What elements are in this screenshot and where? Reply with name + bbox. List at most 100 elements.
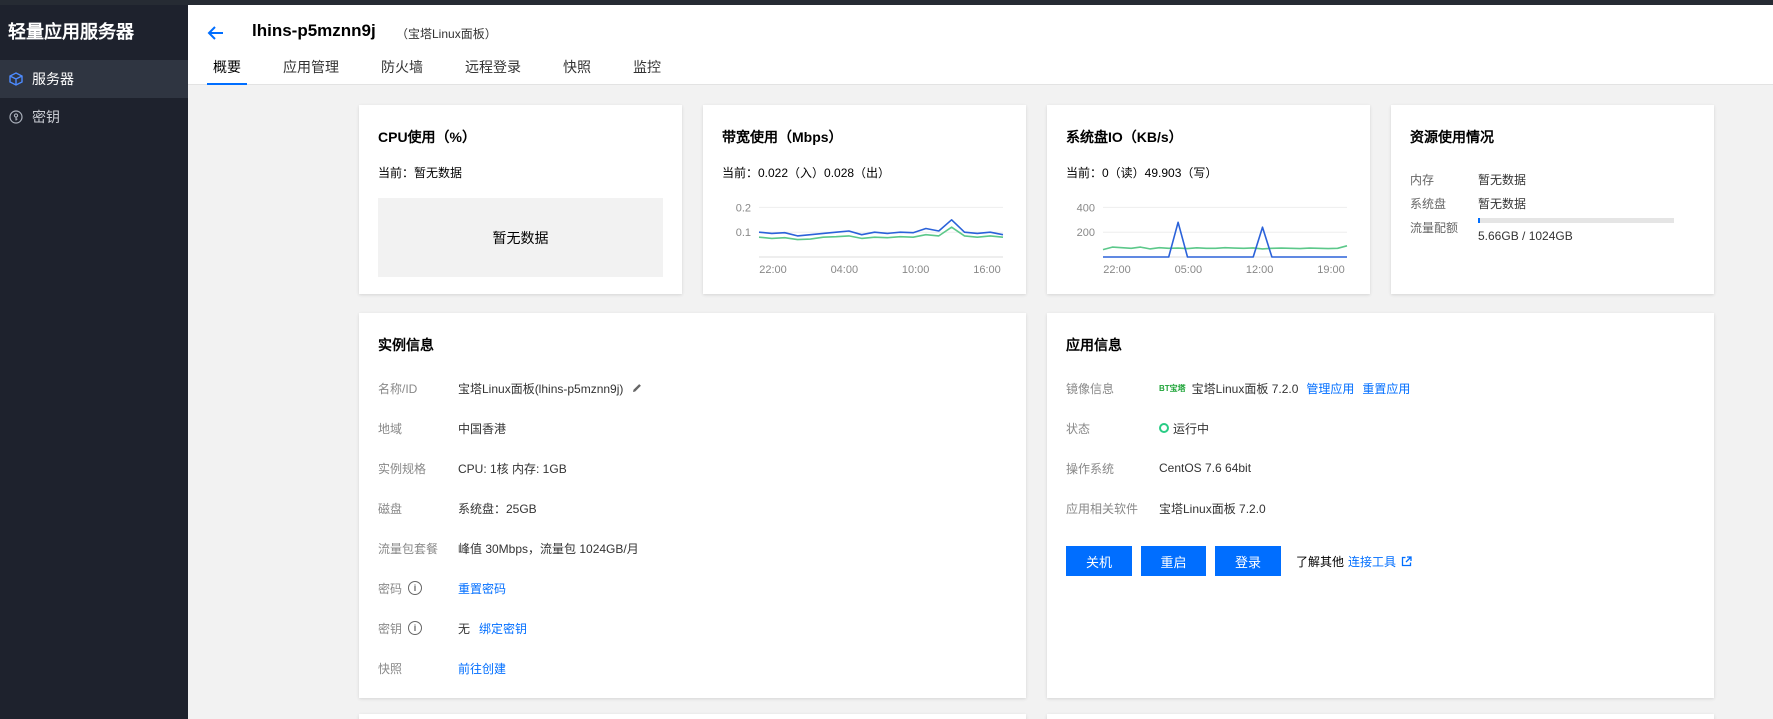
bandwidth-chart: 0.2 0.1 22:00 04:00 10:00 16:00 xyxy=(736,202,1004,275)
bandwidth-y-tick-label: 0.1 xyxy=(736,227,751,239)
instance-name-label: 名称/ID xyxy=(378,381,418,396)
instance-name-value: 宝塔Linux面板(lhins-p5mznn9j) xyxy=(458,380,643,397)
disk-io-chart: 400 200 22:00 05:00 12:00 19:00 xyxy=(1077,202,1348,275)
image-value: BT宝塔 宝塔Linux面板 7.2.0 管理应用 重置应用 xyxy=(1159,380,1410,397)
disk-io-current: 当前：0（读）49.903（写） xyxy=(1066,166,1218,180)
memory-value: 暂无数据 xyxy=(1478,173,1527,187)
restart-button[interactable]: 重启 xyxy=(1141,546,1206,576)
shutdown-button[interactable]: 关机 xyxy=(1066,546,1132,576)
image-label: 镜像信息 xyxy=(1066,381,1115,396)
bottom-card-left-edge xyxy=(359,714,1026,719)
bandwidth-series-line xyxy=(758,218,1004,237)
spec-label: 实例规格 xyxy=(378,461,427,476)
image-row: 镜像信息 BT宝塔 宝塔Linux面板 7.2.0 管理应用 重置应用 xyxy=(1066,380,1410,396)
resources-title: 资源使用情况 xyxy=(1410,129,1494,145)
learn-text: 了解其他 xyxy=(1296,555,1345,569)
bandwidth-x-tick-label: 22:00 xyxy=(759,264,787,275)
bandwidth-current: 当前：0.022（入）0.028（出） xyxy=(722,166,891,180)
disk-io-title: 系统盘IO（KB/s） xyxy=(1066,129,1183,145)
system-disk-row: 系统盘 暂无数据 xyxy=(1410,195,1526,212)
reset-password-link[interactable]: 重置密码 xyxy=(458,580,506,597)
tab-monitoring[interactable]: 监控 xyxy=(627,57,667,85)
key-row: 密钥 i 无 绑定密钥 xyxy=(378,620,527,636)
disk-io-x-tick-label: 05:00 xyxy=(1175,264,1203,275)
password-label-text: 密码 xyxy=(378,581,403,596)
traffic-quota-row: 流量配额 xyxy=(1410,219,1458,236)
status-value: 运行中 xyxy=(1159,420,1209,437)
image-name: 宝塔Linux面板 7.2.0 xyxy=(1191,381,1299,396)
system-disk-value: 暂无数据 xyxy=(1478,197,1527,211)
sidebar-item-label: 密钥 xyxy=(32,109,60,125)
sidebar-item-keys[interactable]: 密钥 xyxy=(0,98,188,136)
tab-remote-login[interactable]: 远程登录 xyxy=(459,57,527,85)
tab-snapshot[interactable]: 快照 xyxy=(557,57,597,85)
bandwidth-card: 带宽使用（Mbps） 当前：0.022（入）0.028（出） 0.2 0.1 22:… xyxy=(703,105,1026,294)
disk-io-x-tick-label: 12:00 xyxy=(1246,264,1274,275)
region-value: 中国香港 xyxy=(458,421,507,436)
bind-key-link[interactable]: 绑定密钥 xyxy=(479,620,527,637)
traffic-quota-value: 5.66GB / 1024GB xyxy=(1478,229,1573,243)
snapshot-label: 快照 xyxy=(378,661,403,676)
learn-more: 了解其他 连接工具 xyxy=(1296,553,1412,570)
os-label: 操作系统 xyxy=(1066,461,1115,476)
disk-io-series-line xyxy=(1102,245,1348,251)
info-icon[interactable]: i xyxy=(408,581,423,595)
app-title: 轻量应用服务器 xyxy=(8,22,134,42)
status-label: 状态 xyxy=(1066,421,1091,436)
os-row: 操作系统 CentOS 7.6 64bit xyxy=(1066,460,1251,476)
tab-app-management[interactable]: 应用管理 xyxy=(277,57,345,85)
key-value: 无 xyxy=(458,621,471,636)
tab-overview[interactable]: 概要 xyxy=(207,57,247,85)
page-title: lhins-p5mznn9j xyxy=(252,21,376,40)
disk-io-x-tick-label: 19:00 xyxy=(1317,264,1345,275)
instance-name-row: 名称/ID 宝塔Linux面板(lhins-p5mznn9j) xyxy=(378,380,643,396)
reset-app-link[interactable]: 重置应用 xyxy=(1362,380,1410,397)
password-row: 密码 i 重置密码 xyxy=(378,580,506,596)
os-value: CentOS 7.6 64bit xyxy=(1159,461,1252,475)
manage-app-link[interactable]: 管理应用 xyxy=(1306,380,1354,397)
sidebar-item-servers[interactable]: 服务器 xyxy=(0,60,188,98)
cube-icon xyxy=(8,71,24,87)
software-label: 应用相关软件 xyxy=(1066,501,1139,516)
connection-tools-link[interactable]: 连接工具 xyxy=(1348,553,1396,570)
system-disk-label: 系统盘 xyxy=(1410,197,1447,211)
page-subtitle: （宝塔Linux面板） xyxy=(396,27,497,41)
external-link-icon[interactable] xyxy=(1396,556,1412,567)
snapshot-row: 快照 前往创建 xyxy=(378,660,506,676)
disk-row: 磁盘 系统盘：25GB xyxy=(378,500,537,516)
bandwidth-x-tick-label: 10:00 xyxy=(902,264,930,275)
software-row: 应用相关软件 宝塔Linux面板 7.2.0 xyxy=(1066,500,1266,516)
sidebar: 轻量应用服务器 服务器 密钥 xyxy=(0,5,188,719)
status-text: 运行中 xyxy=(1173,421,1210,436)
memory-label: 内存 xyxy=(1410,173,1435,187)
spec-row: 实例规格 CPU: 1核 内存: 1GB xyxy=(378,460,567,476)
info-icon[interactable]: i xyxy=(408,621,423,635)
bandwidth-x-tick-label: 04:00 xyxy=(831,264,859,275)
app-info-title: 应用信息 xyxy=(1066,337,1122,353)
instance-info-title: 实例信息 xyxy=(378,337,434,353)
edit-icon[interactable] xyxy=(631,382,643,394)
back-arrow-icon[interactable] xyxy=(204,21,228,45)
memory-row: 内存 暂无数据 xyxy=(1410,171,1526,188)
disk-value: 系统盘：25GB xyxy=(458,501,537,516)
disk-io-card: 系统盘IO（KB/s） 当前：0（读）49.903（写） 400 200 22:00… xyxy=(1047,105,1370,294)
bt-logo: BT宝塔 xyxy=(1159,383,1186,393)
page-header: lhins-p5mznn9j （宝塔Linux面板） 概要 应用管理 防火墙 远… xyxy=(188,5,1773,85)
resources-card: 资源使用情况 内存 暂无数据 系统盘 暂无数据 流量配额 5.66GB / 10… xyxy=(1391,105,1714,294)
traffic-quota-bar xyxy=(1478,218,1674,223)
disk-io-y-tick-label: 400 xyxy=(1077,202,1095,214)
disk-io-series-line xyxy=(1103,221,1347,258)
bandwidth-y-tick-label: 0.2 xyxy=(736,202,751,214)
traffic-quota-label: 流量配额 xyxy=(1410,221,1459,235)
bandwidth-x-tick-label: 16:00 xyxy=(973,264,1001,275)
key-label: 密钥 i xyxy=(378,620,458,637)
bandwidth-title: 带宽使用（Mbps） xyxy=(722,129,843,145)
key-icon xyxy=(8,109,24,125)
disk-io-x-tick-label: 22:00 xyxy=(1103,264,1131,275)
software-value: 宝塔Linux面板 7.2.0 xyxy=(1159,501,1266,516)
create-snapshot-link[interactable]: 前往创建 xyxy=(458,660,506,677)
tab-bar: 概要 应用管理 防火墙 远程登录 快照 监控 xyxy=(188,57,667,85)
login-button[interactable]: 登录 xyxy=(1215,546,1281,576)
traffic-quota-fill xyxy=(1478,218,1480,223)
tab-firewall[interactable]: 防火墙 xyxy=(375,57,429,85)
